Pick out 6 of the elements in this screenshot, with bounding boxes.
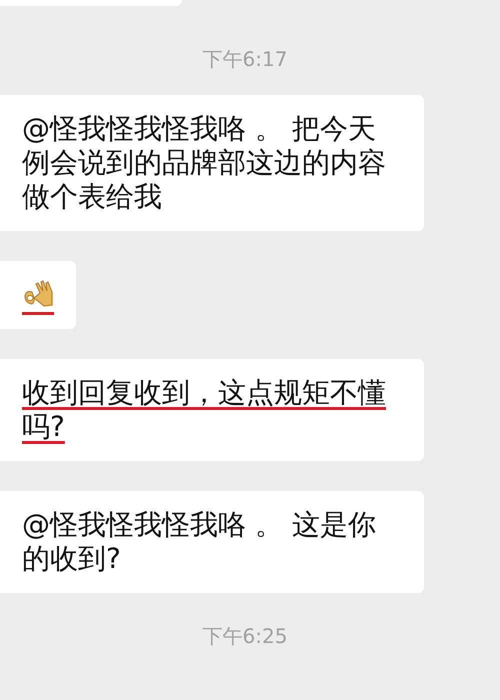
message-text: 收到回复收到，这点规矩不懂吗? xyxy=(22,376,387,444)
message-text: @怪我怪我怪我咯 。 把今天例会说到的品牌部这边的内容做个表给我 xyxy=(22,112,387,214)
ok-hand-icon xyxy=(22,278,54,308)
timestamp: 下午6:25 xyxy=(202,623,288,650)
timestamp: 下午6:17 xyxy=(202,46,288,73)
message-text: @怪我怪我怪我咯 。 这是你的收到? xyxy=(22,508,377,576)
